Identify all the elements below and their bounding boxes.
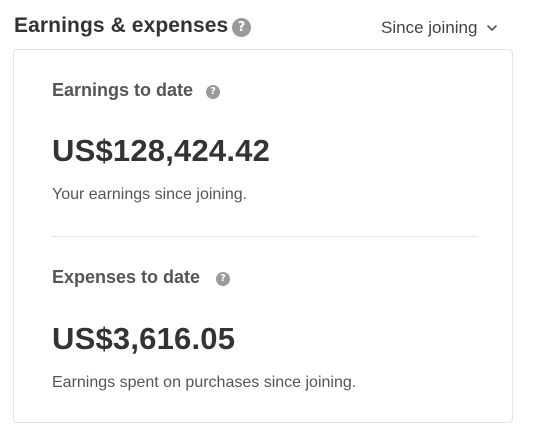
divider bbox=[52, 236, 478, 237]
help-icon[interactable]: ? bbox=[232, 18, 251, 37]
earnings-title: Earnings to date bbox=[52, 80, 194, 100]
expenses-title: Expenses to date bbox=[52, 267, 201, 287]
expenses-help-icon[interactable]: ? bbox=[216, 272, 230, 286]
expenses-amount: US$3,616.05 bbox=[52, 321, 236, 356]
period-dropdown-label: Since joining bbox=[381, 18, 478, 37]
summary-card: Earnings to date ? US$128,424.42 Your ea… bbox=[13, 49, 513, 423]
section-heading: Earnings & expenses bbox=[14, 14, 229, 37]
earnings-help-icon[interactable]: ? bbox=[206, 85, 220, 99]
earnings-amount: US$128,424.42 bbox=[52, 133, 271, 168]
chevron-down-icon bbox=[487, 25, 498, 31]
period-dropdown[interactable]: Since joining bbox=[381, 16, 498, 40]
earnings-expenses-header: Earnings & expenses ? Since joining bbox=[14, 12, 504, 42]
expenses-description: Earnings spent on purchases since joinin… bbox=[52, 374, 357, 391]
earnings-description: Your earnings since joining. bbox=[52, 186, 248, 203]
